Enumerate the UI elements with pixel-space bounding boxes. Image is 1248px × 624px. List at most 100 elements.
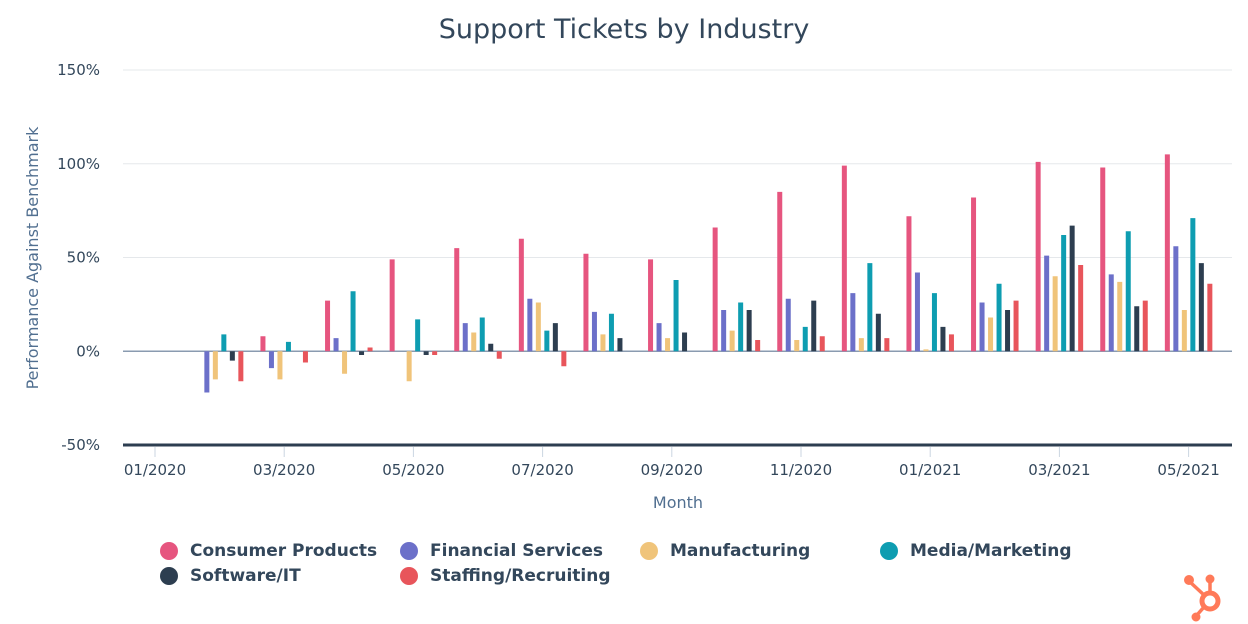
bar-manufacturing bbox=[1052, 276, 1058, 352]
bar-staffing-recruiting bbox=[755, 340, 761, 352]
legend-label: Consumer Products bbox=[190, 541, 378, 561]
bar-media-marketing bbox=[608, 313, 614, 352]
bar-group-02-2021 bbox=[971, 197, 1019, 352]
x-tick-label: 03/2020 bbox=[253, 461, 315, 479]
y-tick-label: -50% bbox=[61, 436, 100, 454]
bar-manufacturing bbox=[277, 351, 283, 380]
bar-group-09-2020 bbox=[648, 259, 688, 352]
bar-software-it bbox=[423, 351, 429, 355]
bar-group-03-2020 bbox=[260, 336, 308, 380]
legend-marker bbox=[880, 542, 898, 560]
legend-label: Staffing/Recruiting bbox=[430, 566, 611, 586]
y-tick-label: 150% bbox=[57, 61, 100, 79]
bar-software-it bbox=[1134, 306, 1140, 352]
bar-consumer-products bbox=[454, 248, 460, 352]
bar-group-11-2020 bbox=[777, 191, 825, 352]
legend-item-consumer-products[interactable]: Consumer Products bbox=[160, 541, 377, 561]
bar-group-06-2020 bbox=[454, 248, 502, 359]
bar-financial-services bbox=[527, 298, 533, 352]
bar-financial-services bbox=[785, 298, 791, 352]
bar-consumer-products bbox=[389, 259, 395, 352]
bar-consumer-products bbox=[1164, 154, 1170, 352]
bar-consumer-products bbox=[1035, 161, 1041, 352]
bar-staffing-recruiting bbox=[367, 347, 373, 352]
bar-staffing-recruiting bbox=[561, 351, 567, 367]
bar-financial-services bbox=[1108, 274, 1114, 352]
bar-group-04-2021 bbox=[1100, 167, 1148, 352]
bar-financial-services bbox=[979, 302, 985, 352]
bar-group-05-2020 bbox=[389, 259, 438, 382]
chart: Support Tickets by Industry 150% 100% 50% 0… bbox=[23, 14, 1232, 512]
bar-manufacturing bbox=[665, 338, 671, 352]
bar-financial-services bbox=[721, 310, 727, 352]
bar-media-marketing bbox=[479, 317, 485, 352]
bar-media-marketing bbox=[996, 283, 1002, 352]
x-tick-label: 01/2021 bbox=[899, 461, 961, 479]
y-tick-label: 0% bbox=[76, 342, 100, 360]
bar-consumer-products bbox=[260, 336, 266, 352]
legend-item-media-marketing[interactable]: Media/Marketing bbox=[880, 541, 1072, 561]
x-tick-label: 01/2020 bbox=[124, 461, 186, 479]
bar-financial-services bbox=[850, 293, 856, 352]
bar-group-10-2020 bbox=[712, 227, 761, 352]
legend-label: Manufacturing bbox=[670, 541, 811, 561]
bar-software-it bbox=[488, 343, 494, 352]
chart-title: Support Tickets by Industry bbox=[439, 14, 810, 45]
bar-manufacturing bbox=[406, 351, 412, 382]
x-tick-label: 05/2021 bbox=[1157, 461, 1219, 479]
bar-group-01-2021 bbox=[906, 216, 954, 352]
legend-item-financial-services[interactable]: Financial Services bbox=[400, 541, 603, 561]
bar-media-marketing bbox=[415, 319, 421, 352]
bar-software-it bbox=[682, 332, 688, 352]
bar-software-it bbox=[875, 313, 881, 352]
bar-consumer-products bbox=[777, 191, 783, 352]
bar-media-marketing bbox=[931, 293, 937, 352]
bar-manufacturing bbox=[1181, 310, 1187, 352]
bar-media-marketing bbox=[1125, 231, 1131, 352]
hubspot-logo-icon bbox=[1184, 574, 1221, 622]
bar-staffing-recruiting bbox=[302, 351, 308, 363]
bar-software-it bbox=[1005, 310, 1011, 352]
legend-marker bbox=[400, 542, 418, 560]
bar-software-it bbox=[229, 351, 235, 361]
bar-manufacturing bbox=[1117, 281, 1123, 352]
x-axis: 01/2020 03/2020 05/2020 07/2020 09/2020 11/20… bbox=[123, 443, 1232, 479]
x-tick-label: 07/2020 bbox=[511, 461, 573, 479]
bar-consumer-products bbox=[583, 253, 589, 352]
bar-financial-services bbox=[1173, 246, 1179, 352]
x-tick-label: 09/2020 bbox=[641, 461, 703, 479]
legend-marker bbox=[400, 567, 418, 585]
bar-software-it bbox=[746, 310, 752, 352]
legend-label: Software/IT bbox=[190, 566, 301, 586]
legend-label: Financial Services bbox=[430, 541, 604, 561]
legend-item-manufacturing[interactable]: Manufacturing bbox=[640, 541, 810, 561]
bar-software-it bbox=[1198, 263, 1204, 352]
bar-staffing-recruiting bbox=[1013, 300, 1019, 352]
bar-staffing-recruiting bbox=[1078, 265, 1084, 352]
legend-marker bbox=[640, 542, 658, 560]
bar-media-marketing bbox=[673, 280, 679, 352]
bar-consumer-products bbox=[648, 259, 654, 352]
bar-software-it bbox=[552, 323, 558, 352]
y-tick-label: 50% bbox=[67, 249, 100, 267]
bar-consumer-products bbox=[325, 300, 331, 352]
bar-consumer-products bbox=[712, 227, 718, 352]
bar-financial-services bbox=[591, 311, 597, 352]
bar-media-marketing bbox=[1061, 235, 1067, 352]
legend-item-software-it[interactable]: Software/IT bbox=[160, 566, 301, 586]
bar-media-marketing bbox=[285, 341, 291, 352]
bar-manufacturing bbox=[535, 302, 541, 352]
bar-group-05-2021 bbox=[1164, 154, 1213, 352]
bar-staffing-recruiting bbox=[819, 336, 825, 352]
bar-media-marketing bbox=[221, 334, 227, 352]
legend-item-staffing-recruiting[interactable]: Staffing/Recruiting bbox=[400, 566, 611, 586]
bar-group-08-2020 bbox=[583, 253, 623, 352]
bar-staffing-recruiting bbox=[948, 334, 954, 352]
bar-staffing-recruiting bbox=[238, 351, 244, 382]
bar-consumer-products bbox=[518, 238, 524, 352]
legend-label: Media/Marketing bbox=[910, 541, 1072, 561]
bar-software-it bbox=[359, 351, 365, 355]
bar-consumer-products bbox=[906, 216, 912, 352]
bar-financial-services bbox=[333, 338, 339, 352]
bar-staffing-recruiting bbox=[1207, 283, 1213, 352]
